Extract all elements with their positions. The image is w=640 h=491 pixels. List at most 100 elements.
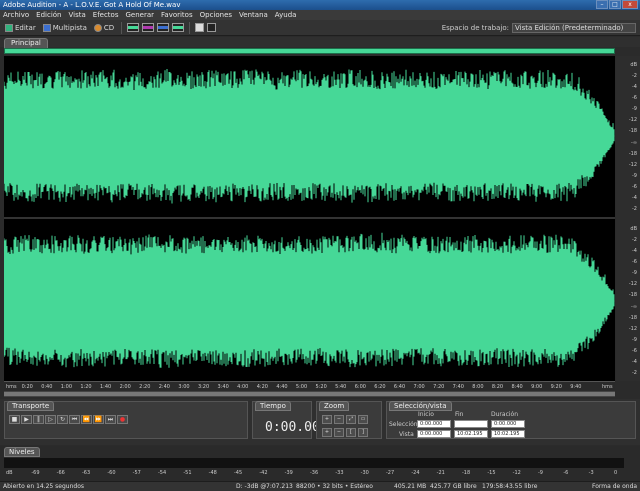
time-tick-label: 0:40: [41, 384, 53, 390]
levels-tick-label: -12: [512, 470, 521, 476]
db-tick-label: -2: [632, 237, 637, 244]
menu-ayuda[interactable]: Ayuda: [275, 10, 297, 20]
pause-icon[interactable]: ‖: [33, 415, 44, 424]
tab-niveles[interactable]: Niveles: [4, 447, 40, 457]
main-panel-tabs: Principal: [0, 37, 640, 48]
zoom-in-vertical-icon[interactable]: +: [322, 428, 332, 437]
time-tick-label: 0:20: [21, 384, 33, 390]
phase-display-icon[interactable]: [172, 23, 185, 32]
tab-principal[interactable]: Principal: [4, 38, 48, 48]
db-tick-label: -∞: [631, 303, 637, 310]
time-tick-label: 3:40: [217, 384, 229, 390]
zoom-out-vertical-icon[interactable]: −: [334, 428, 344, 437]
levels-tick-label: -57: [132, 470, 141, 476]
selection-start-field[interactable]: 0:00.000: [417, 420, 451, 428]
cd-view-button[interactable]: CD: [92, 22, 116, 34]
levels-tick-label: -27: [386, 470, 395, 476]
col-fin: Fin: [455, 411, 464, 418]
menu-archivo[interactable]: Archivo: [3, 10, 29, 20]
time-tick-label: 3:00: [178, 384, 190, 390]
workspace-dropdown[interactable]: Vista Edición (Predeterminado): [512, 23, 636, 33]
view-end-field[interactable]: 10:02.195: [454, 430, 488, 438]
fast-forward-icon[interactable]: ⏩: [93, 415, 104, 424]
play-icon[interactable]: ▶: [21, 415, 32, 424]
tab-seleccion-vista[interactable]: Selección/vista: [389, 401, 452, 411]
db-tick-label: -∞: [631, 139, 637, 146]
time-tick-label: 9:20: [550, 384, 562, 390]
multitrack-view-button[interactable]: Multipista: [41, 22, 89, 34]
zoom-selection-icon[interactable]: ▭: [358, 415, 368, 424]
spectral-display-icon[interactable]: [142, 23, 155, 32]
selection-duration-field[interactable]: 0:00.000: [491, 420, 525, 428]
levels-tick-label: -48: [208, 470, 217, 476]
time-tick-label: 7:20: [433, 384, 445, 390]
menu-favoritos[interactable]: Favoritos: [161, 10, 193, 20]
close-button[interactable]: x: [622, 0, 638, 9]
time-tick-label: 6:00: [354, 384, 366, 390]
tab-tiempo[interactable]: Tiempo: [255, 401, 291, 411]
db-tick-label: -4: [632, 248, 637, 255]
go-to-end-icon[interactable]: ⏭: [105, 415, 116, 424]
zoom-in-horizontal-icon[interactable]: +: [322, 415, 332, 424]
db-tick-label: dB: [630, 226, 637, 232]
waveform-display-icon[interactable]: [127, 23, 140, 32]
time-tick-label: 8:20: [491, 384, 504, 390]
go-to-start-icon[interactable]: ⏮: [69, 415, 80, 424]
zoom-right-edge-icon[interactable]: ]: [358, 428, 368, 437]
levels-tick-label: -54: [158, 470, 167, 476]
waveform-display[interactable]: [3, 56, 615, 381]
minimize-button[interactable]: –: [596, 0, 608, 9]
toolbar-divider: [121, 21, 123, 34]
db-tick-label: -18: [628, 314, 637, 321]
time-tick-label: 8:40: [511, 384, 523, 390]
menu-opciones[interactable]: Opciones: [200, 10, 232, 20]
zoom-left-edge-icon[interactable]: [: [346, 428, 356, 437]
record-icon[interactable]: ●: [117, 415, 128, 424]
menu-efectos[interactable]: Efectos: [93, 10, 119, 20]
levels-meter: [4, 458, 624, 468]
db-tick-label: -4: [632, 358, 637, 365]
levels-tick-label: -69: [31, 470, 40, 476]
stop-icon[interactable]: ■: [9, 415, 20, 424]
hybrid-tool-icon[interactable]: [207, 23, 217, 32]
status-view-mode: Forma de onda: [592, 483, 638, 490]
tab-transporte[interactable]: Transporte: [7, 401, 55, 411]
row-seleccion: Selección: [389, 421, 418, 428]
db-tick-label: -18: [628, 128, 637, 135]
view-start-field[interactable]: 0:00.000: [417, 430, 451, 438]
time-tick-label: 2:40: [158, 384, 170, 390]
db-tick-label: -4: [632, 84, 637, 91]
menu-vista[interactable]: Vista: [69, 10, 86, 20]
menu-generar[interactable]: Generar: [125, 10, 154, 20]
selection-end-field[interactable]: [454, 420, 488, 428]
menu-bar: Archivo Edición Vista Efectos Generar Fa…: [0, 10, 640, 20]
zoom-out-horizontal-icon[interactable]: −: [334, 415, 344, 424]
window-titlebar: Adobe Audition - A - L.O.V.E. Got A Hold…: [0, 0, 640, 10]
db-tick-label: -12: [628, 117, 637, 124]
menu-edicion[interactable]: Edición: [36, 10, 61, 20]
horizontal-scrollbar[interactable]: [4, 391, 615, 397]
time-tick-label: 1:00: [60, 384, 73, 390]
play-to-end-icon[interactable]: ▷: [45, 415, 56, 424]
time-tick-label: 5:20: [315, 384, 327, 390]
db-tick-label: -6: [632, 183, 637, 190]
levels-tick-label: -18: [462, 470, 471, 476]
edit-view-button[interactable]: Editar: [3, 22, 38, 34]
pan-display-icon[interactable]: [157, 23, 170, 32]
time-tick-label: 4:20: [256, 384, 268, 390]
scroll-thumb[interactable]: [4, 392, 615, 396]
levels-tick-label: -39: [284, 470, 293, 476]
time-selection-tool-icon[interactable]: [195, 23, 205, 32]
loop-icon[interactable]: ↻: [57, 415, 68, 424]
tab-zoom[interactable]: Zoom: [319, 401, 350, 411]
time-tick-label: 9:40: [570, 384, 582, 390]
zoom-full-icon[interactable]: ⤢: [346, 415, 356, 424]
view-duration-field[interactable]: 10:02.195: [491, 430, 525, 438]
time-panel: Tiempo 0:00.000: [252, 401, 328, 439]
rewind-icon[interactable]: ⏪: [81, 415, 92, 424]
menu-ventana[interactable]: Ventana: [239, 10, 268, 20]
db-tick-label: -9: [632, 270, 637, 277]
edit-view-label: Editar: [15, 23, 36, 32]
maximize-button[interactable]: □: [609, 0, 621, 9]
overview-bar[interactable]: [4, 48, 615, 54]
